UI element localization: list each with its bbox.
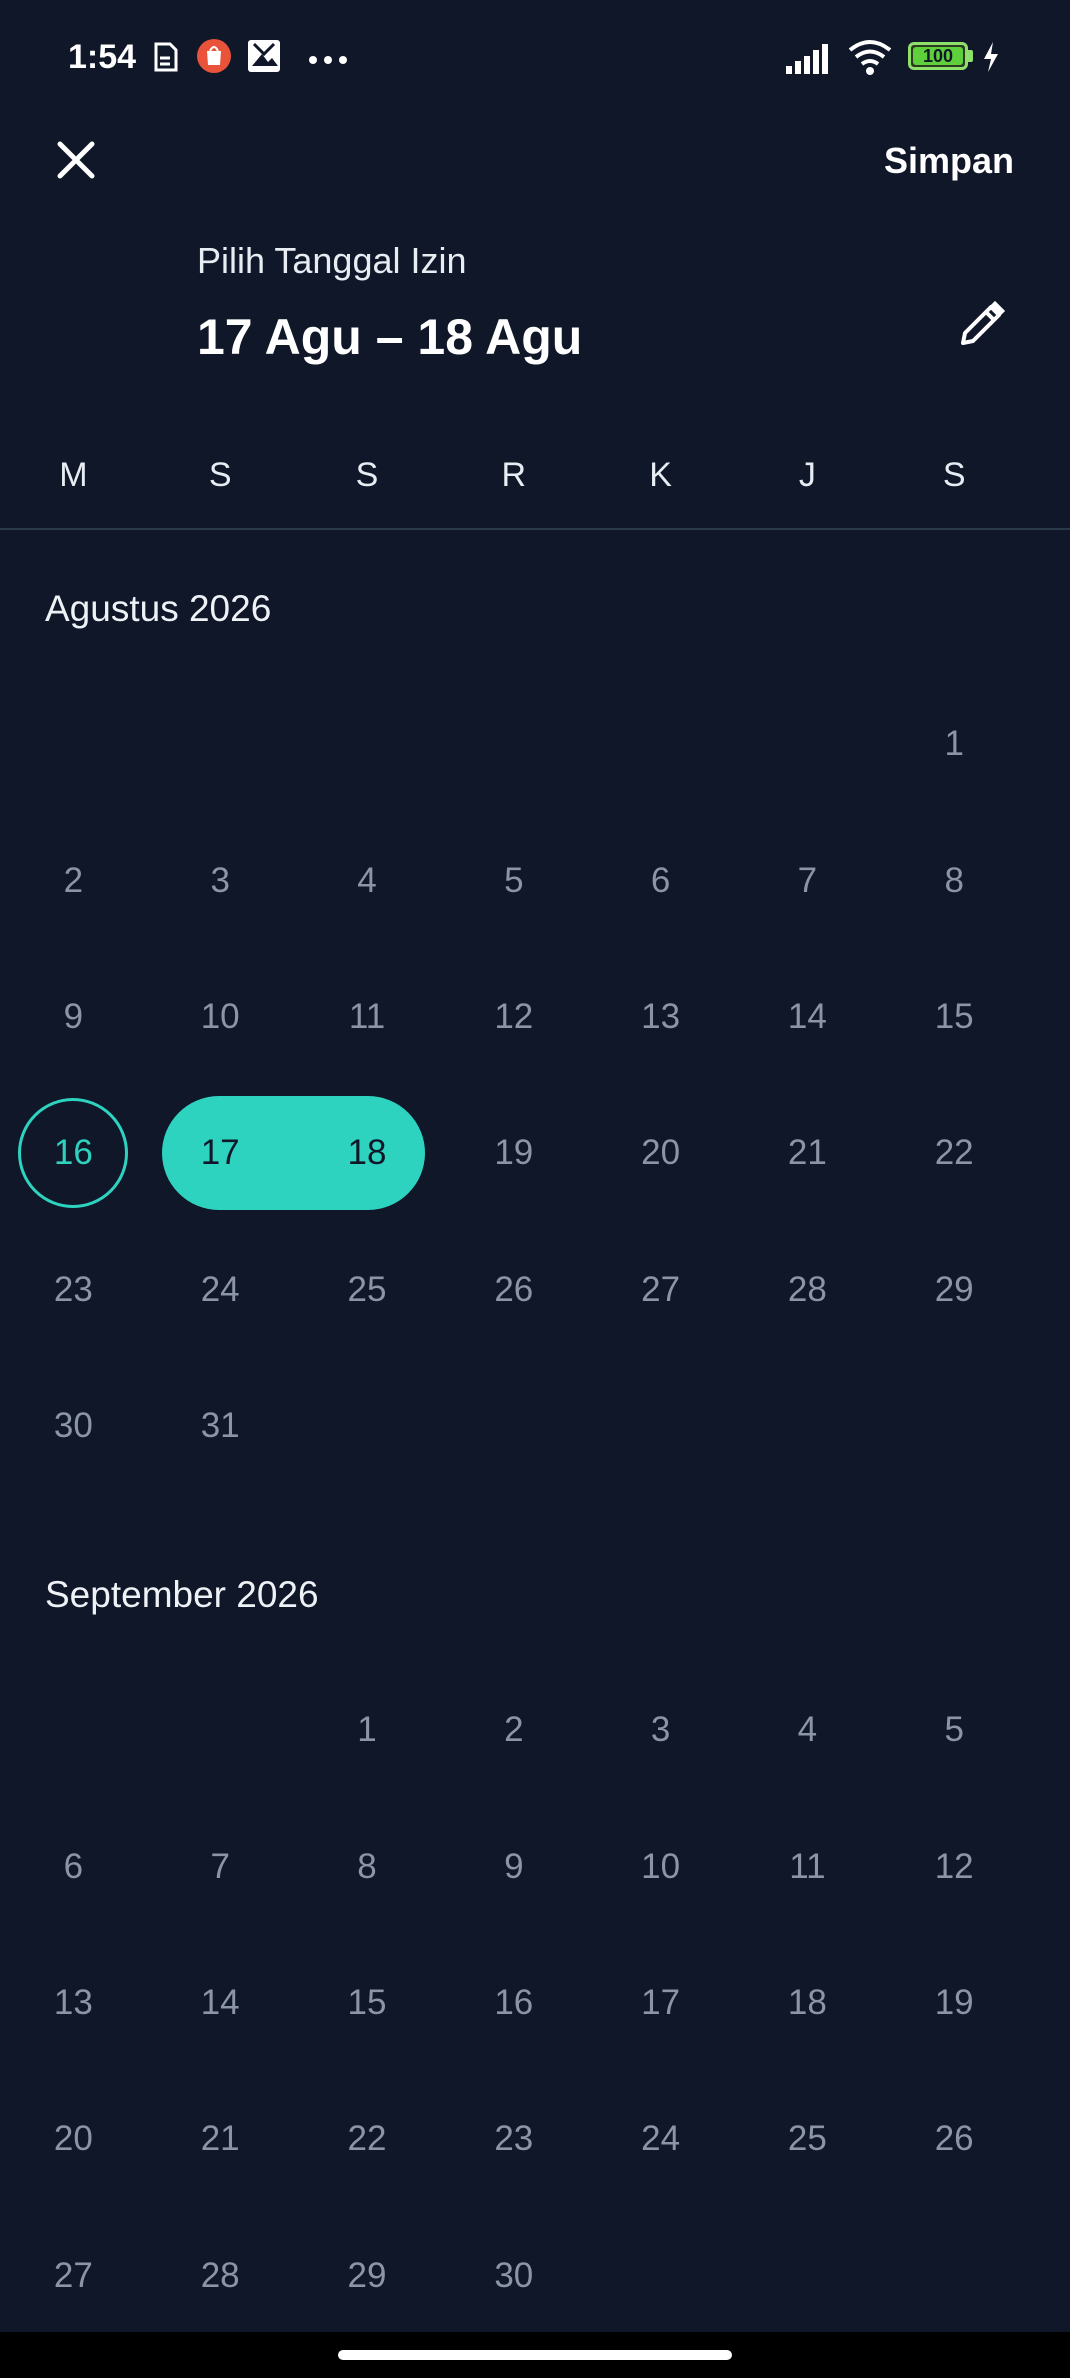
calendar-day[interactable]: 20 [8, 2074, 138, 2204]
pencil-icon [955, 297, 1009, 356]
charging-icon [982, 42, 1000, 77]
calendar-day[interactable]: 21 [155, 2074, 285, 2204]
calendar-day[interactable]: 21 [742, 1088, 872, 1218]
calendar-day[interactable]: 15 [302, 1938, 432, 2068]
calendar-day[interactable]: 16 [8, 1088, 138, 1218]
calendar-day[interactable]: 27 [596, 1225, 726, 1355]
calendar-day[interactable]: 30 [8, 1361, 138, 1491]
weekday-thu: R [501, 456, 527, 494]
calendar-day[interactable]: 7 [155, 1802, 285, 1932]
signal-icon [786, 44, 834, 79]
calendar-day[interactable]: 6 [596, 816, 726, 946]
calendar-day[interactable]: 26 [449, 1225, 579, 1355]
calendar-day[interactable]: 13 [8, 1938, 138, 2068]
calendar-day[interactable]: 1 [302, 1665, 432, 1795]
calendar-day[interactable]: 12 [889, 1802, 1019, 1932]
calendar-day[interactable]: 28 [155, 2211, 285, 2341]
calendar-day[interactable]: 9 [449, 1802, 579, 1932]
calendar-day[interactable]: 2 [449, 1665, 579, 1795]
calendar-day[interactable]: 25 [302, 1225, 432, 1355]
sim-card-icon [150, 40, 180, 79]
selected-range-label: 17 Agu – 18 Agu [197, 309, 583, 365]
calendar-day[interactable]: 8 [889, 816, 1019, 946]
calendar-day[interactable]: 18 [302, 1088, 432, 1218]
calendar-day[interactable]: 2 [8, 816, 138, 946]
calendar-day[interactable]: 14 [155, 1938, 285, 2068]
calendar-day[interactable]: 8 [302, 1802, 432, 1932]
picker-subtitle: Pilih Tanggal Izin [197, 240, 467, 281]
home-indicator[interactable] [338, 2350, 732, 2360]
month-title-september: September 2026 [45, 1574, 319, 1615]
calendar-day[interactable]: 7 [742, 816, 872, 946]
calendar-day[interactable]: 10 [596, 1802, 726, 1932]
calendar-day[interactable]: 16 [449, 1938, 579, 2068]
calendar-day[interactable]: 25 [742, 2074, 872, 2204]
calendar-day[interactable]: 19 [449, 1088, 579, 1218]
calendar-day[interactable]: 18 [742, 1938, 872, 2068]
calendar-day[interactable]: 13 [596, 952, 726, 1082]
calendar-day[interactable]: 29 [889, 1225, 1019, 1355]
calendar-day[interactable]: 22 [302, 2074, 432, 2204]
wifi-icon [846, 38, 894, 81]
calendar-day[interactable]: 24 [596, 2074, 726, 2204]
calendar-day[interactable]: 11 [742, 1802, 872, 1932]
calendar-day[interactable]: 26 [889, 2074, 1019, 2204]
weekday-header: M S S R K J S [0, 440, 1070, 510]
weekday-sun: S [942, 456, 966, 494]
close-icon [54, 138, 98, 187]
calendar-day[interactable]: 5 [889, 1665, 1019, 1795]
battery-tip [968, 50, 973, 62]
calendar-day[interactable]: 23 [8, 1225, 138, 1355]
photo-icon [246, 38, 282, 79]
calendar-day[interactable]: 17 [155, 1088, 285, 1218]
calendar-day[interactable]: 9 [8, 952, 138, 1082]
divider [0, 528, 1070, 530]
calendar-day[interactable]: 15 [889, 952, 1019, 1082]
calendar-day[interactable]: 1 [889, 679, 1019, 809]
calendar-day[interactable]: 11 [302, 952, 432, 1082]
calendar-day[interactable]: 10 [155, 952, 285, 1082]
battery-level: 100 [913, 46, 963, 66]
weekday-sat: J [798, 456, 816, 494]
calendar-day[interactable]: 20 [596, 1088, 726, 1218]
calendar-day[interactable]: 3 [596, 1665, 726, 1795]
shopee-bag-icon [196, 38, 232, 79]
weekday-tue: S [208, 456, 232, 494]
calendar-day[interactable]: 19 [889, 1938, 1019, 2068]
weekday-wed: S [355, 456, 379, 494]
calendar-day[interactable]: 6 [8, 1802, 138, 1932]
calendar-day[interactable]: 24 [155, 1225, 285, 1355]
calendar-day[interactable]: 14 [742, 952, 872, 1082]
weekday-mon: M [59, 456, 88, 494]
calendar-day[interactable]: 22 [889, 1088, 1019, 1218]
status-time: 1:54 [68, 38, 137, 76]
calendar-day[interactable]: 5 [449, 816, 579, 946]
edit-button[interactable] [950, 294, 1014, 358]
calendar-day[interactable]: 12 [449, 952, 579, 1082]
close-button[interactable] [48, 134, 104, 190]
calendar-day[interactable]: 23 [449, 2074, 579, 2204]
weekday-fri: K [649, 456, 672, 494]
calendar-day[interactable]: 30 [449, 2211, 579, 2341]
calendar-day[interactable]: 4 [302, 816, 432, 946]
calendar-day[interactable]: 27 [8, 2211, 138, 2341]
calendar-day[interactable]: 29 [302, 2211, 432, 2341]
calendar-day[interactable]: 3 [155, 816, 285, 946]
battery-icon: 100 [908, 42, 968, 70]
calendar-day[interactable]: 28 [742, 1225, 872, 1355]
more-dots-icon [308, 52, 348, 70]
calendar-day[interactable]: 17 [596, 1938, 726, 2068]
month-title-august: Agustus 2026 [45, 588, 272, 629]
save-button[interactable]: Simpan [884, 140, 1014, 182]
calendar-day[interactable]: 4 [742, 1665, 872, 1795]
calendar-day[interactable]: 31 [155, 1361, 285, 1491]
status-bar: 1:54 100 [0, 0, 1070, 120]
